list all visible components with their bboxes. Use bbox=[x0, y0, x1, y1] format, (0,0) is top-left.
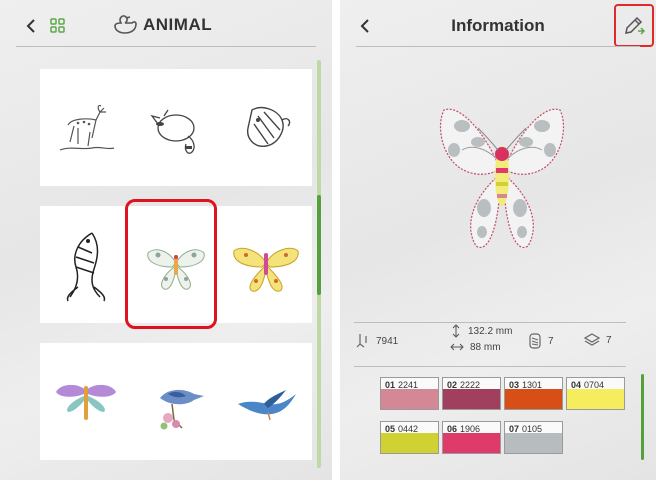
fawn-design-thumbnail bbox=[59, 104, 115, 151]
edit-button[interactable] bbox=[614, 4, 654, 47]
thread-color-swatch[interactable]: 04 0704 bbox=[566, 377, 625, 410]
moth-gray-design-thumbnail bbox=[147, 248, 205, 290]
chevron-left-icon bbox=[26, 19, 35, 33]
koi-fish-design-thumbnail bbox=[66, 231, 106, 301]
color-count: 7 bbox=[548, 335, 554, 347]
information-title: Information bbox=[451, 16, 545, 35]
design-width: 88 mm bbox=[470, 341, 501, 353]
design-tile-fawn[interactable] bbox=[40, 69, 132, 186]
design-tile-raccoon[interactable] bbox=[130, 69, 222, 186]
design-information-panel: Information 7941 132.2 mm 88 mm 7 7 01 2… bbox=[340, 0, 656, 480]
design-height: 132.2 mm bbox=[468, 325, 513, 337]
dragonfly-design-thumbnail bbox=[56, 384, 116, 420]
thread-color-fill bbox=[505, 433, 562, 453]
raccoon-design-thumbnail bbox=[150, 109, 195, 154]
stats-divider-bottom bbox=[354, 366, 626, 367]
category-header: ANIMAL bbox=[0, 0, 332, 50]
color-list-scrollbar[interactable] bbox=[641, 374, 644, 460]
design-tile-moth-yellow[interactable] bbox=[220, 206, 312, 323]
moth-yellow-design-thumbnail bbox=[233, 247, 299, 292]
design-tile-koi[interactable] bbox=[40, 206, 132, 323]
thread-color-fill bbox=[381, 389, 438, 409]
moth-design-preview bbox=[439, 108, 565, 248]
thread-color-swatch[interactable]: 03 1301 bbox=[504, 377, 563, 410]
grid-view-icon[interactable] bbox=[48, 16, 68, 36]
thread-color-swatch[interactable]: 06 1906 bbox=[442, 421, 501, 454]
edit-pencil-icon bbox=[625, 16, 646, 35]
bluebird-design-thumbnail bbox=[238, 389, 296, 420]
thread-color-fill bbox=[443, 433, 500, 453]
layer-count-stat: 7 bbox=[584, 333, 612, 347]
thread-color-fill bbox=[443, 389, 500, 409]
back-button[interactable] bbox=[20, 14, 44, 38]
thread-spool-icon bbox=[529, 333, 541, 349]
design-height-stat: 132.2 mm bbox=[450, 324, 512, 338]
thread-color-swatch[interactable]: 02 2222 bbox=[442, 377, 501, 410]
layer-count: 7 bbox=[606, 334, 612, 346]
stitch-count: 7941 bbox=[376, 335, 399, 347]
stitch-count-stat: 7941 bbox=[356, 333, 398, 349]
stitch-needle-icon bbox=[356, 334, 367, 348]
width-arrow-icon bbox=[450, 343, 464, 351]
duck-icon bbox=[114, 15, 137, 34]
information-header: Information bbox=[340, 0, 656, 50]
thread-color-fill bbox=[381, 433, 438, 453]
category-title: ANIMAL bbox=[143, 15, 213, 34]
design-tile-bird-flowers[interactable] bbox=[130, 343, 222, 460]
header-divider bbox=[356, 46, 640, 47]
design-tile-chipmunk[interactable] bbox=[220, 69, 312, 186]
height-arrow-icon bbox=[452, 324, 460, 338]
color-count-stat: 7 bbox=[528, 333, 554, 349]
design-tile-moth-gray[interactable] bbox=[130, 206, 222, 323]
thread-color-swatch[interactable]: 01 2241 bbox=[380, 377, 439, 410]
grid-scrollbar-thumb[interactable] bbox=[317, 195, 321, 295]
design-width-stat: 88 mm bbox=[450, 341, 501, 353]
design-category-panel: ANIMAL bbox=[0, 0, 332, 480]
design-tile-bluebird[interactable] bbox=[220, 343, 312, 460]
header-divider bbox=[16, 46, 316, 47]
design-tile-dragonfly[interactable] bbox=[40, 343, 132, 460]
thread-color-swatch[interactable]: 05 0442 bbox=[380, 421, 439, 454]
thread-color-fill bbox=[505, 389, 562, 409]
thread-color-fill bbox=[567, 389, 624, 409]
layers-icon bbox=[584, 333, 600, 346]
thread-color-swatch[interactable]: 07 0105 bbox=[504, 421, 563, 454]
stats-divider-top bbox=[354, 322, 626, 323]
chipmunk-design-thumbnail bbox=[247, 106, 291, 147]
bird-flowers-design-thumbnail bbox=[160, 389, 204, 429]
